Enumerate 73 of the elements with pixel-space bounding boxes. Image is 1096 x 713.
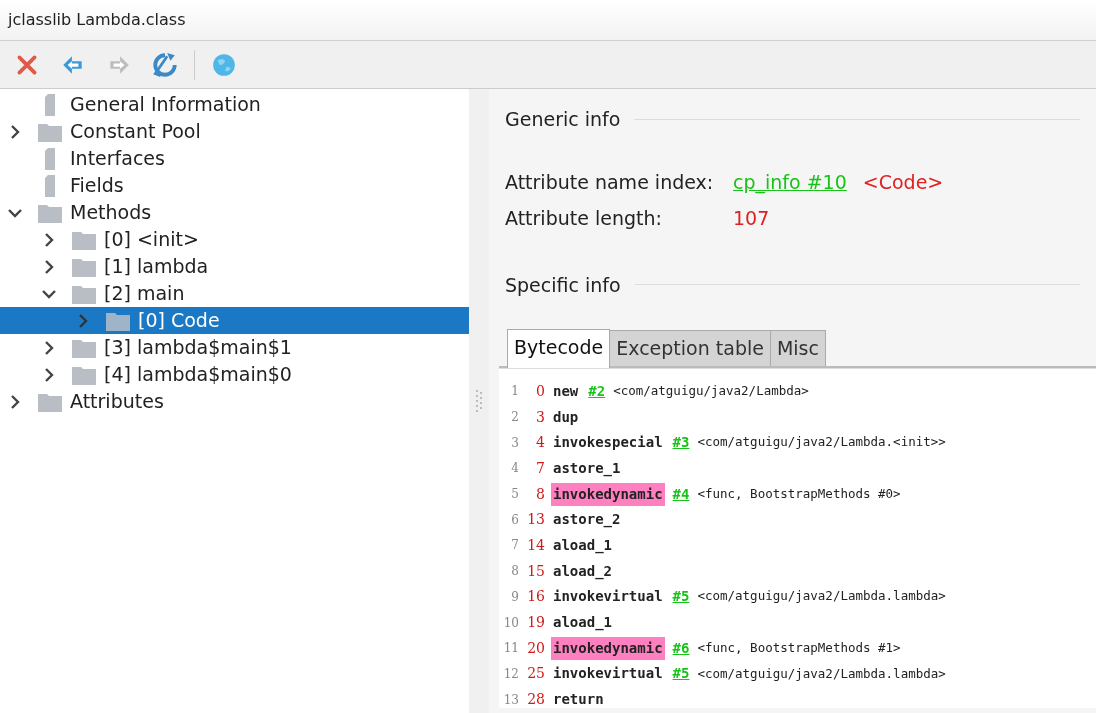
bytecode-offset: 4 [535, 433, 545, 453]
opcode: invokevirtual [552, 664, 664, 684]
tree-item[interactable]: Fields [0, 172, 469, 199]
tab[interactable]: Misc [769, 330, 826, 366]
opcode: dup [552, 407, 580, 427]
opcode: new [552, 381, 580, 401]
opcode: astore_2 [552, 510, 622, 530]
line-number: 8 [510, 563, 519, 581]
line-number: 2 [510, 409, 519, 427]
bytecode-comment: <com/atguigu/java2/Lambda.lambda> [697, 664, 946, 683]
opcode: astore_1 [552, 458, 622, 479]
bytecode-offset: 3 [535, 407, 545, 427]
tree-item[interactable]: [0] <init> [0, 226, 469, 253]
bytecode-offset: 16 [526, 587, 545, 607]
line-number: 3 [510, 434, 519, 452]
section-heading: Generic info [505, 107, 621, 132]
opcode: invokedynamic [551, 636, 665, 660]
opcode: return [552, 690, 605, 710]
document-icon [45, 174, 55, 197]
bytecode-offset: 19 [526, 613, 545, 633]
line-number: 6 [510, 511, 519, 529]
line-number: 11 [502, 640, 519, 658]
tree-item[interactable]: Interfaces [0, 145, 469, 172]
tree-item[interactable]: [0] Code [0, 307, 469, 334]
bytecode-comment: <com/atguigu/java2/Lambda.lambda> [697, 587, 946, 606]
line-number: 5 [510, 486, 519, 504]
opcode: aload_1 [552, 613, 613, 633]
bytecode-offset: 8 [535, 484, 545, 504]
tree-item[interactable]: Constant Pool [0, 118, 469, 145]
document-icon [45, 147, 55, 170]
refresh-icon [152, 51, 178, 78]
bytecode-comment: <func, BootstrapMethods #0> [697, 484, 901, 503]
bytecode-offset: 14 [526, 535, 545, 555]
tree-item[interactable]: [3] lambda$main$1 [0, 334, 469, 361]
opcode: invokevirtual [552, 587, 664, 607]
bytecode-offset: 25 [526, 664, 545, 684]
line-number: 9 [510, 588, 519, 606]
opcode: invokedynamic [551, 482, 665, 506]
tab[interactable]: Exception table [609, 330, 771, 366]
tree-item[interactable]: [2] main [0, 280, 469, 307]
tab[interactable]: Bytecode [507, 329, 611, 368]
line-number: 4 [510, 460, 519, 478]
line-number: 12 [502, 665, 519, 683]
line-number: 10 [502, 614, 519, 632]
bytecode-comment: <com/atguigu/java2/Lambda.<init>> [697, 433, 946, 452]
splitter-handle[interactable] [476, 390, 482, 412]
section-heading: Specific info [505, 272, 621, 298]
opcode: invokespecial [552, 433, 664, 453]
attribute-value: <Code> [862, 169, 944, 195]
globe-icon [211, 51, 237, 78]
bytecode-offset: 20 [526, 638, 545, 658]
line-number: 13 [502, 691, 519, 709]
attribute-value: 107 [733, 206, 770, 231]
bytecode-comment: <com/atguigu/java2/Lambda> [613, 381, 809, 400]
bytecode-offset: 28 [526, 690, 545, 710]
tree-item[interactable]: [4] lambda$main$0 [0, 361, 469, 388]
bytecode-offset: 0 [535, 381, 545, 401]
line-number: 1 [510, 383, 519, 401]
bytecode-offset: 15 [526, 561, 545, 581]
window-title: jclasslib Lambda.class [8, 9, 186, 31]
opcode: aload_1 [552, 535, 613, 556]
tree-item[interactable]: Attributes [0, 388, 469, 415]
bytecode-offset: 13 [526, 510, 545, 530]
attribute-label: Attribute length: [505, 206, 663, 231]
line-number: 7 [510, 537, 519, 555]
tree-item[interactable]: General Information [0, 91, 469, 118]
attribute-label: Attribute name index: [505, 169, 715, 195]
document-icon [45, 93, 55, 116]
tree-item[interactable]: [1] lambda [0, 253, 469, 280]
tree-item[interactable]: Methods [0, 199, 469, 226]
bytecode-offset: 7 [535, 458, 545, 478]
opcode: aload_2 [552, 561, 613, 582]
bytecode-comment: <func, BootstrapMethods #1> [697, 638, 901, 657]
